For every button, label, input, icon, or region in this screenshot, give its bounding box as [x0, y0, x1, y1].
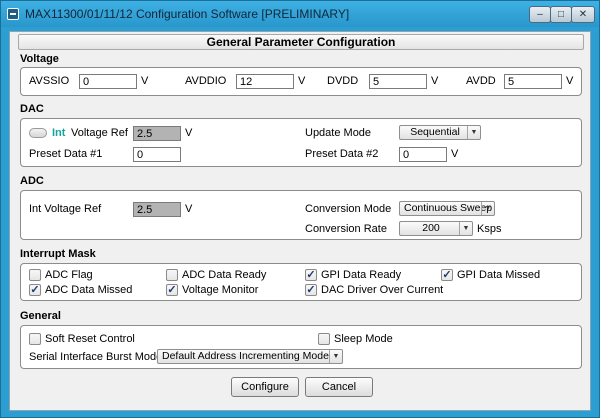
adc-data-ready-checkbox[interactable] — [166, 269, 178, 281]
dac-int-toggle[interactable] — [29, 128, 47, 138]
conversion-rate-unit: Ksps — [477, 223, 502, 235]
voltage-group: AVSSIO 0 V AVDDIO 12 V DVDD 5 V AVDD 5 V — [20, 67, 582, 96]
dac-int-label: Int — [52, 127, 66, 139]
adc-voltage-ref-input: 2.5 — [133, 202, 181, 217]
dvdd-label: DVDD — [327, 75, 359, 87]
preset1-label: Preset Data #1 — [29, 148, 103, 160]
update-mode-label: Update Mode — [305, 127, 372, 139]
update-mode-select[interactable]: Sequential ▼ — [399, 125, 481, 140]
close-icon: ✕ — [578, 9, 588, 20]
avdd-input[interactable]: 5 — [504, 74, 562, 89]
dac-group: Int Voltage Ref 2.5 V Preset Data #1 0 U… — [20, 118, 582, 167]
avdd-label: AVDD — [466, 75, 496, 87]
adc-section-title: ADC — [20, 175, 44, 187]
gpi-data-missed-checkbox[interactable]: ✓ — [441, 269, 453, 281]
avddio-unit: V — [298, 75, 306, 87]
chevron-down-icon: ▼ — [329, 350, 342, 363]
avddio-input[interactable]: 12 — [236, 74, 294, 89]
window-title: MAX11300/01/11/12 Configuration Software… — [25, 7, 350, 21]
check-icon: ✓ — [306, 269, 316, 281]
adc-data-missed-label: ADC Data Missed — [45, 284, 133, 296]
general-section-title: General — [20, 310, 61, 322]
adc-flag-label: ADC Flag — [45, 269, 93, 281]
dac-voltage-ref-label: Voltage Ref — [71, 127, 128, 139]
sleep-mode-checkbox[interactable] — [318, 333, 330, 345]
conversion-rate-select[interactable]: 200 ▼ — [399, 221, 473, 236]
maximize-button[interactable]: □ — [550, 6, 572, 23]
preset1-input[interactable]: 0 — [133, 147, 181, 162]
adc-voltage-ref-unit: V — [185, 203, 193, 215]
preset2-label: Preset Data #2 — [305, 148, 379, 160]
adc-voltage-ref-label: Int Voltage Ref — [29, 203, 102, 215]
avssio-unit: V — [141, 75, 149, 87]
title-bar: MAX11300/01/11/12 Configuration Software… — [1, 1, 599, 27]
minimize-icon: – — [537, 9, 543, 20]
avddio-label: AVDDIO — [185, 75, 227, 87]
adc-group: Int Voltage Ref 2.5 V Conversion Mode Co… — [20, 190, 582, 240]
soft-reset-checkbox[interactable] — [29, 333, 41, 345]
check-icon: ✓ — [30, 284, 40, 296]
app-icon — [7, 8, 19, 20]
voltage-monitor-checkbox[interactable]: ✓ — [166, 284, 178, 296]
preset2-unit: V — [451, 148, 459, 160]
conversion-rate-label: Conversion Rate — [305, 223, 387, 235]
dialog-client-area: General Parameter Configuration Voltage … — [9, 31, 591, 411]
voltage-section-title: Voltage — [20, 53, 59, 65]
page-title: General Parameter Configuration — [18, 34, 584, 50]
adc-data-ready-label: ADC Data Ready — [182, 269, 267, 281]
dac-section-title: DAC — [20, 103, 44, 115]
adc-data-missed-checkbox[interactable]: ✓ — [29, 284, 41, 296]
burst-mode-select[interactable]: Default Address Incrementing Mode ▼ — [157, 349, 343, 364]
interrupt-mask-section-title: Interrupt Mask — [20, 248, 96, 260]
interrupt-mask-group: ADC Flag ADC Data Ready ✓ GPI Data Ready… — [20, 263, 582, 301]
general-group: Soft Reset Control Sleep Mode Serial Int… — [20, 325, 582, 369]
burst-mode-value: Default Address Incrementing Mode — [162, 350, 329, 362]
burst-mode-label: Serial Interface Burst Mode — [29, 351, 163, 363]
gpi-data-missed-label: GPI Data Missed — [457, 269, 541, 281]
soft-reset-label: Soft Reset Control — [45, 333, 135, 345]
dac-voltage-ref-unit: V — [185, 127, 193, 139]
check-icon: ✓ — [167, 284, 177, 296]
conversion-mode-select[interactable]: Continuous Sweep ▼ — [399, 201, 495, 216]
dac-driver-over-current-label: DAC Driver Over Current — [321, 284, 444, 296]
avssio-label: AVSSIO — [29, 75, 70, 87]
preset2-input[interactable]: 0 — [399, 147, 447, 162]
dac-voltage-ref-input: 2.5 — [133, 126, 181, 141]
chevron-down-icon: ▼ — [467, 126, 480, 139]
avssio-input[interactable]: 0 — [79, 74, 137, 89]
dvdd-input[interactable]: 5 — [369, 74, 427, 89]
adc-flag-checkbox[interactable] — [29, 269, 41, 281]
chevron-down-icon: ▼ — [481, 202, 494, 215]
conversion-mode-label: Conversion Mode — [305, 203, 392, 215]
avdd-unit: V — [566, 75, 574, 87]
voltage-monitor-label: Voltage Monitor — [182, 284, 259, 296]
close-button[interactable]: ✕ — [571, 6, 595, 23]
chevron-down-icon: ▼ — [459, 222, 472, 235]
dvdd-unit: V — [431, 75, 439, 87]
sleep-mode-label: Sleep Mode — [334, 333, 393, 345]
check-icon: ✓ — [306, 284, 316, 296]
check-icon: ✓ — [442, 269, 452, 281]
dac-driver-over-current-checkbox[interactable]: ✓ — [305, 284, 317, 296]
gpi-data-ready-checkbox[interactable]: ✓ — [305, 269, 317, 281]
gpi-data-ready-label: GPI Data Ready — [321, 269, 402, 281]
minimize-button[interactable]: – — [529, 6, 551, 23]
app-window: MAX11300/01/11/12 Configuration Software… — [0, 0, 600, 418]
cancel-button[interactable]: Cancel — [305, 377, 373, 397]
configure-button[interactable]: Configure — [231, 377, 299, 397]
maximize-icon: □ — [557, 9, 565, 20]
